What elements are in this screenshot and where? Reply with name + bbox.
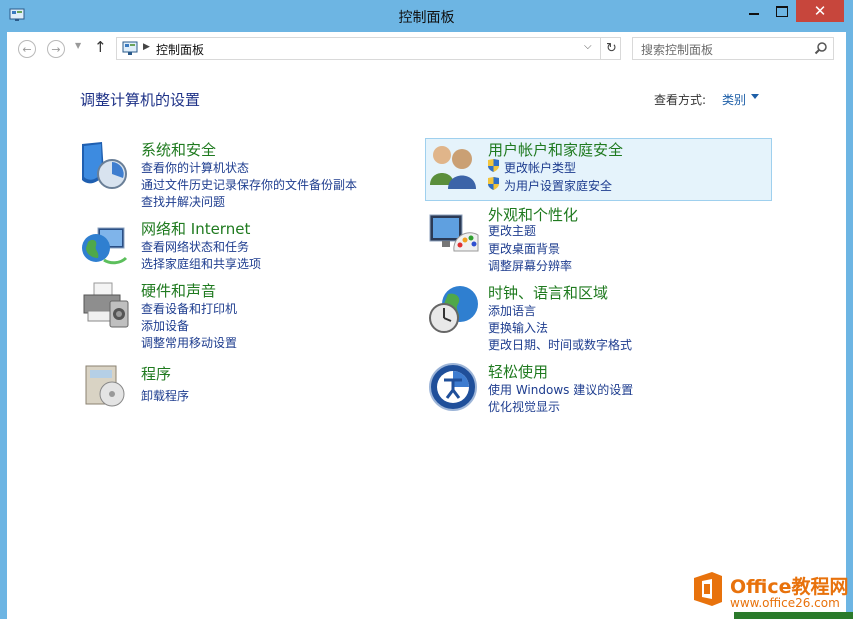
watermark: Office教程网 www.office26.com bbox=[686, 566, 853, 619]
address-bar[interactable]: ▶ 控制面板 ⌵ ↻ bbox=[116, 37, 621, 60]
search-icon[interactable] bbox=[814, 41, 828, 55]
refresh-icon: ↻ bbox=[606, 41, 617, 56]
window-border-right bbox=[846, 32, 853, 619]
link-windows-recommended-settings[interactable]: 使用 Windows 建议的设置 bbox=[488, 381, 633, 398]
link-change-desktop-background[interactable]: 更改桌面背景 bbox=[488, 240, 560, 257]
link-change-theme[interactable]: 更改主题 bbox=[488, 222, 536, 239]
uac-shield-icon bbox=[487, 159, 500, 173]
category-clock-language-title[interactable]: 时钟、语言和区域 bbox=[488, 282, 608, 303]
back-arrow-icon: ← bbox=[22, 43, 31, 56]
page-heading: 调整计算机的设置 bbox=[80, 89, 200, 110]
link-view-computer-status[interactable]: 查看你的计算机状态 bbox=[141, 159, 249, 176]
category-programs-title[interactable]: 程序 bbox=[141, 363, 171, 384]
category-ease-of-access-title[interactable]: 轻松使用 bbox=[488, 361, 548, 382]
link-homegroup-sharing[interactable]: 选择家庭组和共享选项 bbox=[141, 255, 261, 272]
close-button[interactable]: ✕ bbox=[796, 0, 844, 22]
refresh-button[interactable]: ↻ bbox=[600, 38, 622, 59]
office-logo bbox=[692, 570, 724, 608]
search-placeholder: 搜索控制面板 bbox=[641, 41, 713, 58]
minimize-icon bbox=[749, 13, 759, 15]
title-bar[interactable]: 控制面板 ✕ bbox=[0, 0, 853, 32]
control-panel-icon bbox=[122, 41, 138, 56]
shield-icon[interactable] bbox=[78, 140, 132, 192]
maximize-button[interactable] bbox=[768, 0, 796, 22]
minimize-button[interactable] bbox=[740, 0, 768, 22]
users-icon[interactable] bbox=[428, 141, 480, 191]
watermark-url: www.office26.com bbox=[730, 596, 840, 610]
category-user-accounts-title[interactable]: 用户帐户和家庭安全 bbox=[488, 139, 623, 160]
recent-locations-dropdown-icon[interactable]: ▼ bbox=[75, 41, 81, 50]
navigation-bar: ← → ▼ ↑ ▶ 控制面板 ⌵ ↻ 搜索控制面板 bbox=[7, 32, 846, 66]
category-system-security-title[interactable]: 系统和安全 bbox=[141, 139, 216, 160]
link-file-history-backup[interactable]: 通过文件历史记录保存你的文件备份副本 bbox=[141, 176, 357, 193]
link-optimize-visual-display[interactable]: 优化视觉显示 bbox=[488, 398, 560, 415]
category-hardware-sound-title[interactable]: 硬件和声音 bbox=[141, 280, 216, 301]
link-change-date-time-format[interactable]: 更改日期、时间或数字格式 bbox=[488, 336, 632, 353]
back-button[interactable]: ← bbox=[18, 40, 36, 58]
window-border-left bbox=[0, 32, 7, 619]
link-network-status[interactable]: 查看网络状态和任务 bbox=[141, 238, 249, 255]
link-uninstall-program[interactable]: 卸载程序 bbox=[141, 387, 189, 404]
view-by-label: 查看方式: bbox=[654, 91, 706, 108]
monitor-palette-icon[interactable] bbox=[428, 211, 480, 259]
category-network-internet-title[interactable]: 网络和 Internet bbox=[141, 218, 250, 239]
uac-shield-icon bbox=[487, 177, 500, 191]
link-devices-printers[interactable]: 查看设备和打印机 bbox=[141, 300, 237, 317]
forward-arrow-icon: → bbox=[51, 43, 60, 56]
link-troubleshoot[interactable]: 查找并解决问题 bbox=[141, 193, 225, 210]
link-adjust-resolution[interactable]: 调整屏幕分辨率 bbox=[488, 257, 572, 274]
link-mobility-settings[interactable]: 调整常用移动设置 bbox=[141, 334, 237, 351]
link-change-account-type[interactable]: 更改帐户类型 bbox=[504, 159, 576, 176]
link-family-safety[interactable]: 为用户设置家庭安全 bbox=[504, 177, 612, 194]
programs-icon[interactable] bbox=[80, 362, 130, 410]
window-title: 控制面板 bbox=[0, 7, 853, 27]
network-globe-icon[interactable] bbox=[80, 220, 132, 270]
printer-icon[interactable] bbox=[80, 281, 132, 331]
view-by-caret-icon[interactable] bbox=[751, 94, 759, 99]
forward-button[interactable]: → bbox=[47, 40, 65, 58]
view-by-dropdown[interactable]: 类别 bbox=[722, 91, 746, 108]
watermark-title: Office教程网 bbox=[730, 572, 849, 599]
link-change-input-method[interactable]: 更换输入法 bbox=[488, 319, 548, 336]
clock-globe-icon[interactable] bbox=[428, 284, 480, 336]
breadcrumb-chevron-icon[interactable]: ▶ bbox=[143, 42, 150, 52]
watermark-bar bbox=[734, 612, 853, 619]
breadcrumb-control-panel[interactable]: 控制面板 bbox=[156, 41, 204, 58]
link-add-device[interactable]: 添加设备 bbox=[141, 317, 189, 334]
maximize-icon bbox=[776, 6, 788, 17]
address-dropdown-icon[interactable]: ⌵ bbox=[584, 41, 592, 52]
control-panel-window: 控制面板 ✕ ← → ▼ ↑ ▶ 控制面板 ⌵ ↻ 搜索控制面板 bbox=[0, 0, 853, 619]
search-input[interactable]: 搜索控制面板 bbox=[632, 37, 834, 60]
link-add-language[interactable]: 添加语言 bbox=[488, 302, 536, 319]
ease-of-access-icon[interactable] bbox=[428, 362, 478, 412]
up-arrow-button[interactable]: ↑ bbox=[94, 38, 107, 56]
